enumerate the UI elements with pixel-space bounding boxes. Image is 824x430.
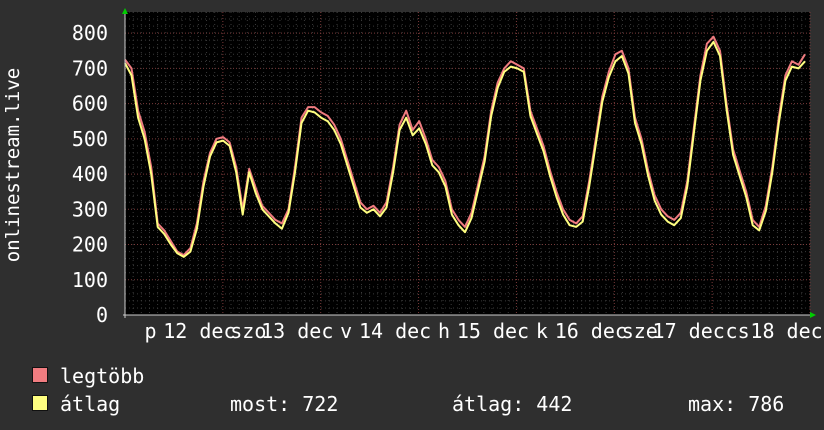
legend-swatch-avg: [32, 395, 48, 411]
stat-max: max: 786: [688, 392, 785, 416]
plot-background: [125, 12, 810, 315]
chart: 0100200300400500600700800 p 12 decszo13 d…: [2, 8, 823, 343]
x-tick-label: 17 dec: [653, 319, 725, 343]
x-tick-label: 14 dec: [359, 319, 431, 343]
y-tick-label: 300: [72, 197, 108, 221]
y-tick-label: 700: [72, 56, 108, 80]
x-tick-label: 16 dec: [555, 319, 627, 343]
stat-most: most: 722: [230, 392, 339, 416]
x-tick-label: 12 dec: [163, 319, 235, 343]
x-ticks: p 12 decszo13 dec v 14 dec h 15 dec k 16 decsze…: [144, 319, 822, 343]
y-axis-arrow: [122, 8, 128, 14]
x-tick-label: p: [144, 319, 156, 343]
y-tick-label: 200: [72, 233, 108, 257]
x-tick-label: h: [438, 319, 450, 343]
legend-row-max: legtöbb: [32, 362, 812, 390]
legend-label-max: legtöbb: [60, 364, 145, 388]
stat-average: átlag: 442: [452, 392, 573, 416]
y-ticks: 0 100 200 300 400 500 600 700 800: [72, 21, 108, 327]
x-axis-arrow: [810, 312, 816, 318]
y-tick-label: 100: [72, 268, 108, 292]
legend-swatch-max: [32, 367, 48, 383]
y-tick-label: 800: [72, 21, 108, 45]
x-tick-label: 15 dec: [457, 319, 529, 343]
x-tick-label: k: [536, 319, 548, 343]
y-tick-label: 400: [72, 162, 108, 186]
x-tick-label: 18 dec: [750, 319, 822, 343]
legend: legtöbb átlag most: 722 átlag: 442 max: …: [32, 362, 812, 418]
x-tick-label: 13 dec: [261, 319, 333, 343]
y-axis-label: onlinestream.live: [2, 68, 24, 262]
y-tick-label: 500: [72, 127, 108, 151]
y-tick-label: 0: [96, 303, 108, 327]
legend-label-avg: átlag: [60, 392, 121, 416]
x-tick-label: cs: [726, 319, 750, 343]
x-tick-label: v: [340, 319, 352, 343]
legend-row-avg: átlag most: 722 átlag: 442 max: 786: [32, 390, 812, 418]
y-tick-label: 600: [72, 92, 108, 116]
